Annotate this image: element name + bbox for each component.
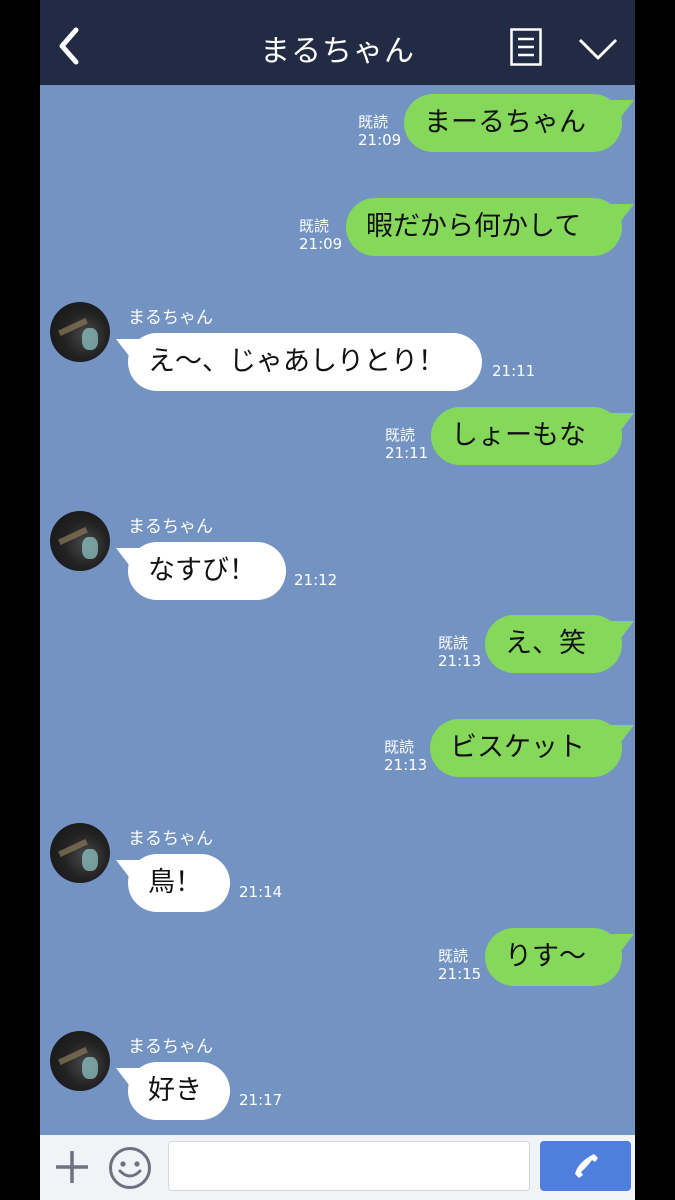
message-time: 21:13: [384, 756, 428, 774]
read-receipt: 既読 21:13: [438, 634, 481, 670]
plus-icon: [56, 1151, 88, 1183]
chevron-down-icon: [578, 38, 618, 60]
message-time: 21:14: [239, 883, 283, 901]
contact-avatar[interactable]: [50, 511, 110, 571]
phone-icon: [575, 1154, 598, 1178]
message-time: 21:11: [385, 444, 429, 462]
read-receipt: 既読 21:09: [299, 217, 342, 253]
read-receipt: 既読 21:13: [384, 738, 427, 774]
read-label: 既読: [358, 113, 389, 131]
outgoing-message[interactable]: ビスケット: [430, 719, 622, 777]
menu-toggle-button[interactable]: [578, 34, 618, 64]
outgoing-message[interactable]: え、笑: [485, 615, 622, 673]
message-time: 21:11: [492, 362, 536, 380]
sender-name: まるちゃん: [128, 829, 213, 849]
outgoing-message[interactable]: 暇だから何かして: [346, 198, 622, 256]
read-receipt: 既読 21:15: [438, 947, 481, 983]
contact-avatar[interactable]: [50, 1031, 110, 1091]
outgoing-message[interactable]: まーるちゃん: [404, 94, 622, 152]
incoming-message[interactable]: なすび！: [128, 542, 286, 600]
smiley-icon: [109, 1147, 151, 1189]
message-time: 21:13: [438, 652, 482, 670]
read-label: 既読: [438, 947, 469, 965]
incoming-message[interactable]: え〜、じゃあしりとり！: [128, 333, 482, 391]
outgoing-message[interactable]: しょーもな: [431, 407, 622, 465]
sender-name: まるちゃん: [128, 308, 213, 328]
contact-avatar[interactable]: [50, 823, 110, 883]
read-label: 既読: [385, 426, 416, 444]
read-label: 既読: [438, 634, 469, 652]
message-time: 21:09: [358, 131, 402, 149]
note-button[interactable]: [510, 28, 542, 66]
message-time: 21:09: [299, 235, 343, 253]
outgoing-message[interactable]: りす〜: [485, 928, 622, 986]
note-icon: [510, 28, 542, 66]
read-label: 既読: [299, 217, 330, 235]
message-time: 21:15: [438, 965, 482, 983]
read-receipt: 既読 21:09: [358, 113, 401, 149]
message-list[interactable]: 既読 21:09 まーるちゃん 既読 21:09 暇だから何かして まるちゃん …: [40, 85, 635, 1135]
chat-title: まるちゃん: [260, 34, 415, 69]
emoji-button[interactable]: [108, 1146, 152, 1190]
chat-screen: まるちゃん 既読 21:09 まーるちゃん 既読 21:09 暇だから何かして …: [40, 0, 635, 1200]
call-button[interactable]: [540, 1141, 631, 1191]
chat-header: まるちゃん: [40, 0, 635, 85]
sender-name: まるちゃん: [128, 517, 213, 537]
read-receipt: 既読 21:11: [385, 426, 428, 462]
contact-avatar[interactable]: [50, 302, 110, 362]
read-label: 既読: [384, 738, 415, 756]
incoming-message[interactable]: 好き: [128, 1062, 230, 1120]
message-time: 21:12: [294, 571, 338, 589]
message-compose-bar: [40, 1135, 635, 1200]
incoming-message[interactable]: 鳥！: [128, 854, 230, 912]
add-attachment-button[interactable]: [54, 1149, 90, 1185]
message-input[interactable]: [168, 1141, 530, 1191]
sender-name: まるちゃん: [128, 1037, 213, 1057]
message-time: 21:17: [239, 1091, 283, 1109]
